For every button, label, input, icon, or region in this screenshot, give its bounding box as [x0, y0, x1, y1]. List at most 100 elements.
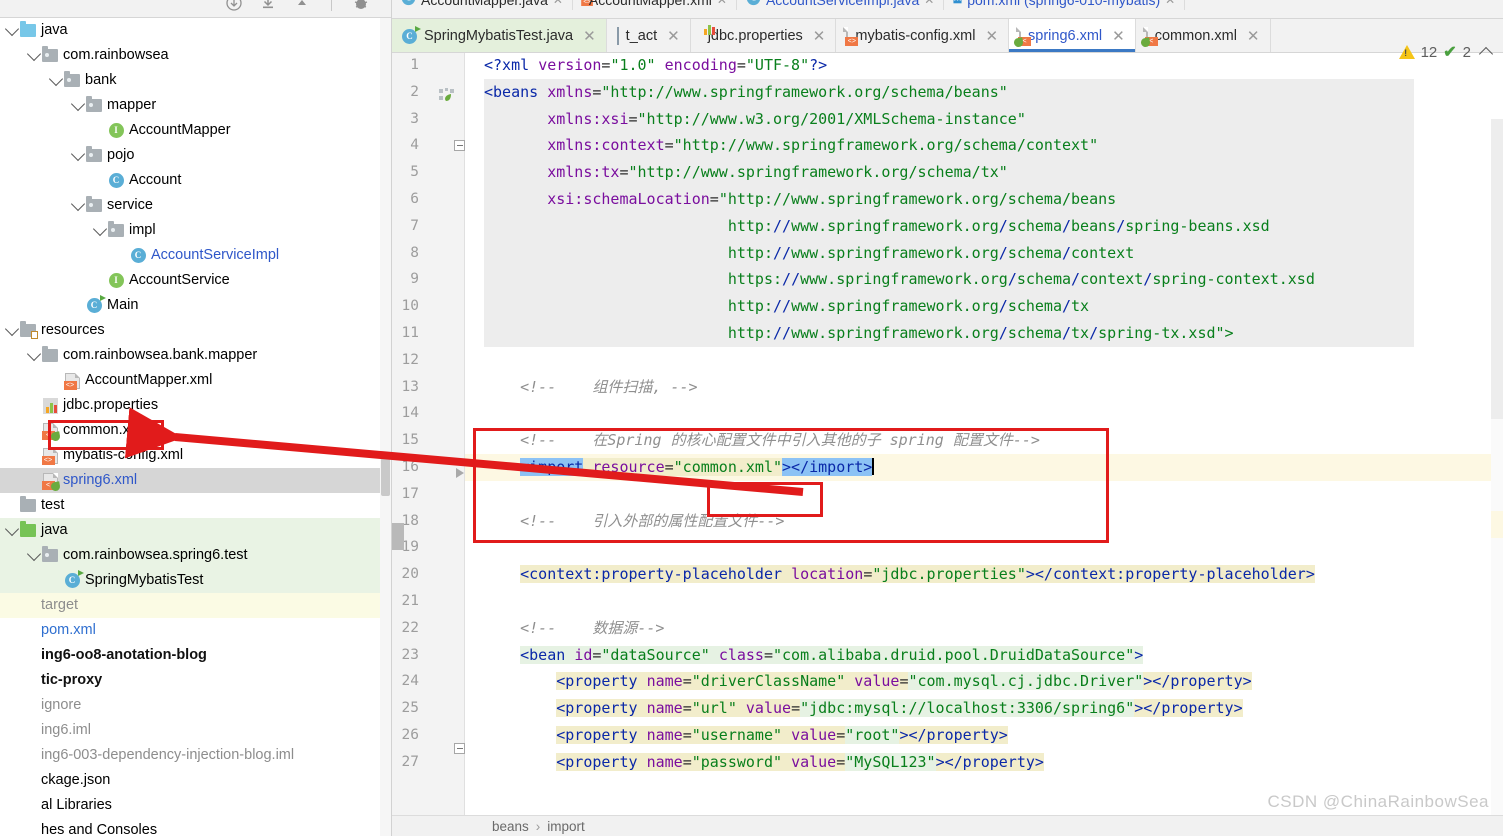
code-fold-marker-line2[interactable]	[454, 140, 465, 151]
code-line[interactable]: xmlns:tx="http://www.springframework.org…	[465, 159, 1503, 186]
code-line[interactable]: <property name="password" value="MySQL12…	[465, 749, 1503, 776]
code-line[interactable]: <property name="username" value="root"><…	[465, 722, 1503, 749]
editor-tab-common-xml[interactable]: < common.xml ✕	[1135, 19, 1271, 52]
chevron-down-icon[interactable]	[48, 68, 63, 93]
chevron-down-icon[interactable]	[70, 93, 85, 118]
editor-tab-mybatis-config-xml[interactable]: <> mybatis-config.xml ✕	[836, 19, 1010, 52]
tree-item-account[interactable]: C Account	[0, 168, 392, 193]
tree-item-pojo[interactable]: pojo	[0, 143, 392, 168]
close-icon[interactable]: ✕	[583, 27, 596, 45]
tree-item-resources[interactable]: resources	[0, 318, 392, 343]
tree-item-springmybatistest[interactable]: C SpringMybatisTest	[0, 568, 392, 593]
code-line[interactable]: http://www.springframework.org/schema/tx	[465, 293, 1503, 320]
tree-item-jdbc-properties[interactable]: jdbc.properties	[0, 393, 392, 418]
download-icon[interactable]	[225, 0, 243, 12]
tree-item-main[interactable]: C Main	[0, 293, 392, 318]
code-line[interactable]: http://www.springframework.org/schema/tx…	[465, 320, 1503, 347]
chevron-down-icon[interactable]	[26, 543, 41, 568]
close-icon[interactable]: ✕	[1247, 27, 1260, 45]
tree-item-spring6-xml[interactable]: < spring6.xml	[0, 468, 392, 493]
chevron-down-icon[interactable]	[26, 343, 41, 368]
code-line[interactable]: <context:property-placeholder location="…	[465, 561, 1503, 588]
breadcrumb[interactable]: beans › import	[392, 815, 1503, 836]
tree-item-al-libraries[interactable]: al Libraries	[0, 793, 392, 818]
tree-item-hes-and-consoles[interactable]: hes and Consoles	[0, 818, 392, 836]
tree-item-ignore[interactable]: ignore	[0, 693, 392, 718]
code-fold-marker-line23[interactable]	[454, 743, 465, 754]
code-line[interactable]: <property name="driverClassName" value="…	[465, 668, 1503, 695]
code-line[interactable]: xmlns:context="http://www.springframewor…	[465, 132, 1503, 159]
gutter-change-marker[interactable]	[392, 523, 404, 550]
tree-item-com-rainbowsea[interactable]: com.rainbowsea	[0, 43, 392, 68]
chevron-down-icon[interactable]	[92, 218, 107, 243]
tree-item-accountmapper[interactable]: I AccountMapper	[0, 118, 392, 143]
code-line[interactable]: <beans xmlns="http://www.springframework…	[465, 79, 1503, 106]
error-stripe[interactable]	[1491, 119, 1503, 821]
chevron-down-icon[interactable]	[70, 193, 85, 218]
tree-item-pom-xml[interactable]: pom.xml	[0, 618, 392, 643]
code-line[interactable]: http://www.springframework.org/schema/be…	[465, 213, 1503, 240]
collapse-up-icon[interactable]	[293, 0, 311, 12]
editor-tab-springmybatistest-java[interactable]: C SpringMybatisTest.java ✕	[392, 19, 607, 52]
editor-tab-spring6-xml[interactable]: < spring6.xml ✕	[1009, 19, 1136, 52]
code-line[interactable]: xmlns:xsi="http://www.w3.org/2001/XMLSch…	[465, 106, 1503, 133]
editor-tab-upper-3[interactable]: m pom.xml (spring6-010-mybatis) ✕	[944, 0, 1186, 10]
code-line[interactable]	[465, 588, 1503, 615]
code-line[interactable]: <?xml version="1.0" encoding="UTF-8"?>	[465, 53, 1503, 79]
tree-item-tic-proxy[interactable]: tic-proxy	[0, 668, 392, 693]
inspection-widget[interactable]: 12 ✔ 2	[1398, 42, 1494, 62]
tree-item-test[interactable]: test	[0, 493, 392, 518]
code-line[interactable]: http://www.springframework.org/schema/co…	[465, 240, 1503, 267]
tree-item-bank[interactable]: bank	[0, 68, 392, 93]
code-line[interactable]	[465, 347, 1503, 374]
editor-tab-row[interactable]: C SpringMybatisTest.java ✕ t_act ✕ jdbc.prope…	[392, 19, 1503, 53]
code-line[interactable]	[465, 400, 1503, 427]
close-icon[interactable]: ✕	[553, 0, 563, 7]
chevron-down-icon[interactable]	[70, 143, 85, 168]
close-icon[interactable]: ✕	[985, 27, 998, 45]
tree-item-accountmapper-xml[interactable]: <> AccountMapper.xml	[0, 368, 392, 393]
tree-item-target[interactable]: target	[0, 593, 392, 618]
breadcrumb-item-0[interactable]: beans	[492, 819, 529, 834]
code-line[interactable]: <bean id="dataSource" class="com.alibaba…	[465, 642, 1503, 669]
chevron-down-icon[interactable]	[26, 43, 41, 68]
editor-tab-upper-2[interactable]: C AccountServiceImpl.java ✕	[736, 0, 945, 10]
tree-item-accountserviceimpl[interactable]: C AccountServiceImpl	[0, 243, 392, 268]
tree-item-ing6-oo8-anotation-blog[interactable]: ing6-oo8-anotation-blog	[0, 643, 392, 668]
chevron-down-icon[interactable]	[4, 18, 19, 43]
project-tree-scrollbar[interactable]	[380, 18, 391, 836]
tree-item-accountservice[interactable]: I AccountService	[0, 268, 392, 293]
close-icon[interactable]: ✕	[1165, 0, 1175, 7]
scrollbar-thumb[interactable]	[381, 458, 390, 496]
tree-item-ckage-json[interactable]: ckage.json	[0, 768, 392, 793]
close-icon[interactable]: ✕	[717, 0, 727, 7]
tree-item-impl[interactable]: impl	[0, 218, 392, 243]
editor-tab-upper-0[interactable]: C AccountMapper.java ✕	[392, 0, 573, 10]
close-icon[interactable]: ✕	[1112, 27, 1125, 45]
breadcrumb-item-1[interactable]: import	[547, 819, 585, 834]
spring-bean-gutter-icon[interactable]	[439, 88, 455, 102]
chevron-down-icon[interactable]	[4, 518, 19, 543]
chevron-up-icon[interactable]	[1478, 46, 1494, 62]
editor-tab-jdbc-properties[interactable]: jdbc.properties ✕	[690, 19, 837, 52]
bug-icon[interactable]	[352, 0, 370, 12]
import-icon[interactable]	[259, 0, 277, 12]
tree-item-ing6-iml[interactable]: ing6.iml	[0, 718, 392, 743]
code-line[interactable]: xsi:schemaLocation="http://www.springfra…	[465, 186, 1503, 213]
tree-item-ing6-003-dependency-injection-blog-iml[interactable]: ing6-003-dependency-injection-blog.iml	[0, 743, 392, 768]
tree-item-java[interactable]: java	[0, 518, 392, 543]
editor-tab-upper-1[interactable]: <> AccountMapper.xml ✕	[572, 0, 737, 10]
editor-gutter[interactable]: 1 2 3 4 5 6 7 8 9 10 11 12 13 14 15 16 17 18 19 20 21 22 23 24 2…	[392, 53, 465, 821]
code-line[interactable]: https://www.springframework.org/schema/c…	[465, 266, 1503, 293]
editor-tab-row-upper[interactable]: C AccountMapper.java ✕ <>AccountMapper.xml ✕…	[392, 0, 1503, 19]
code-line[interactable]: <property name="url" value="jdbc:mysql:/…	[465, 695, 1503, 722]
tree-item-java[interactable]: java	[0, 18, 392, 43]
tree-item-mapper[interactable]: mapper	[0, 93, 392, 118]
code-expand-arrow[interactable]	[456, 468, 464, 478]
close-icon[interactable]: ✕	[813, 27, 826, 45]
editor-tab-t-act[interactable]: t_act ✕	[606, 19, 691, 52]
tree-item-com-rainbowsea-bank-mapper[interactable]: com.rainbowsea.bank.mapper	[0, 343, 392, 368]
close-icon[interactable]: ✕	[667, 27, 680, 45]
code-line[interactable]: <!-- 数据源-->	[465, 615, 1503, 642]
close-icon[interactable]: ✕	[924, 0, 934, 7]
